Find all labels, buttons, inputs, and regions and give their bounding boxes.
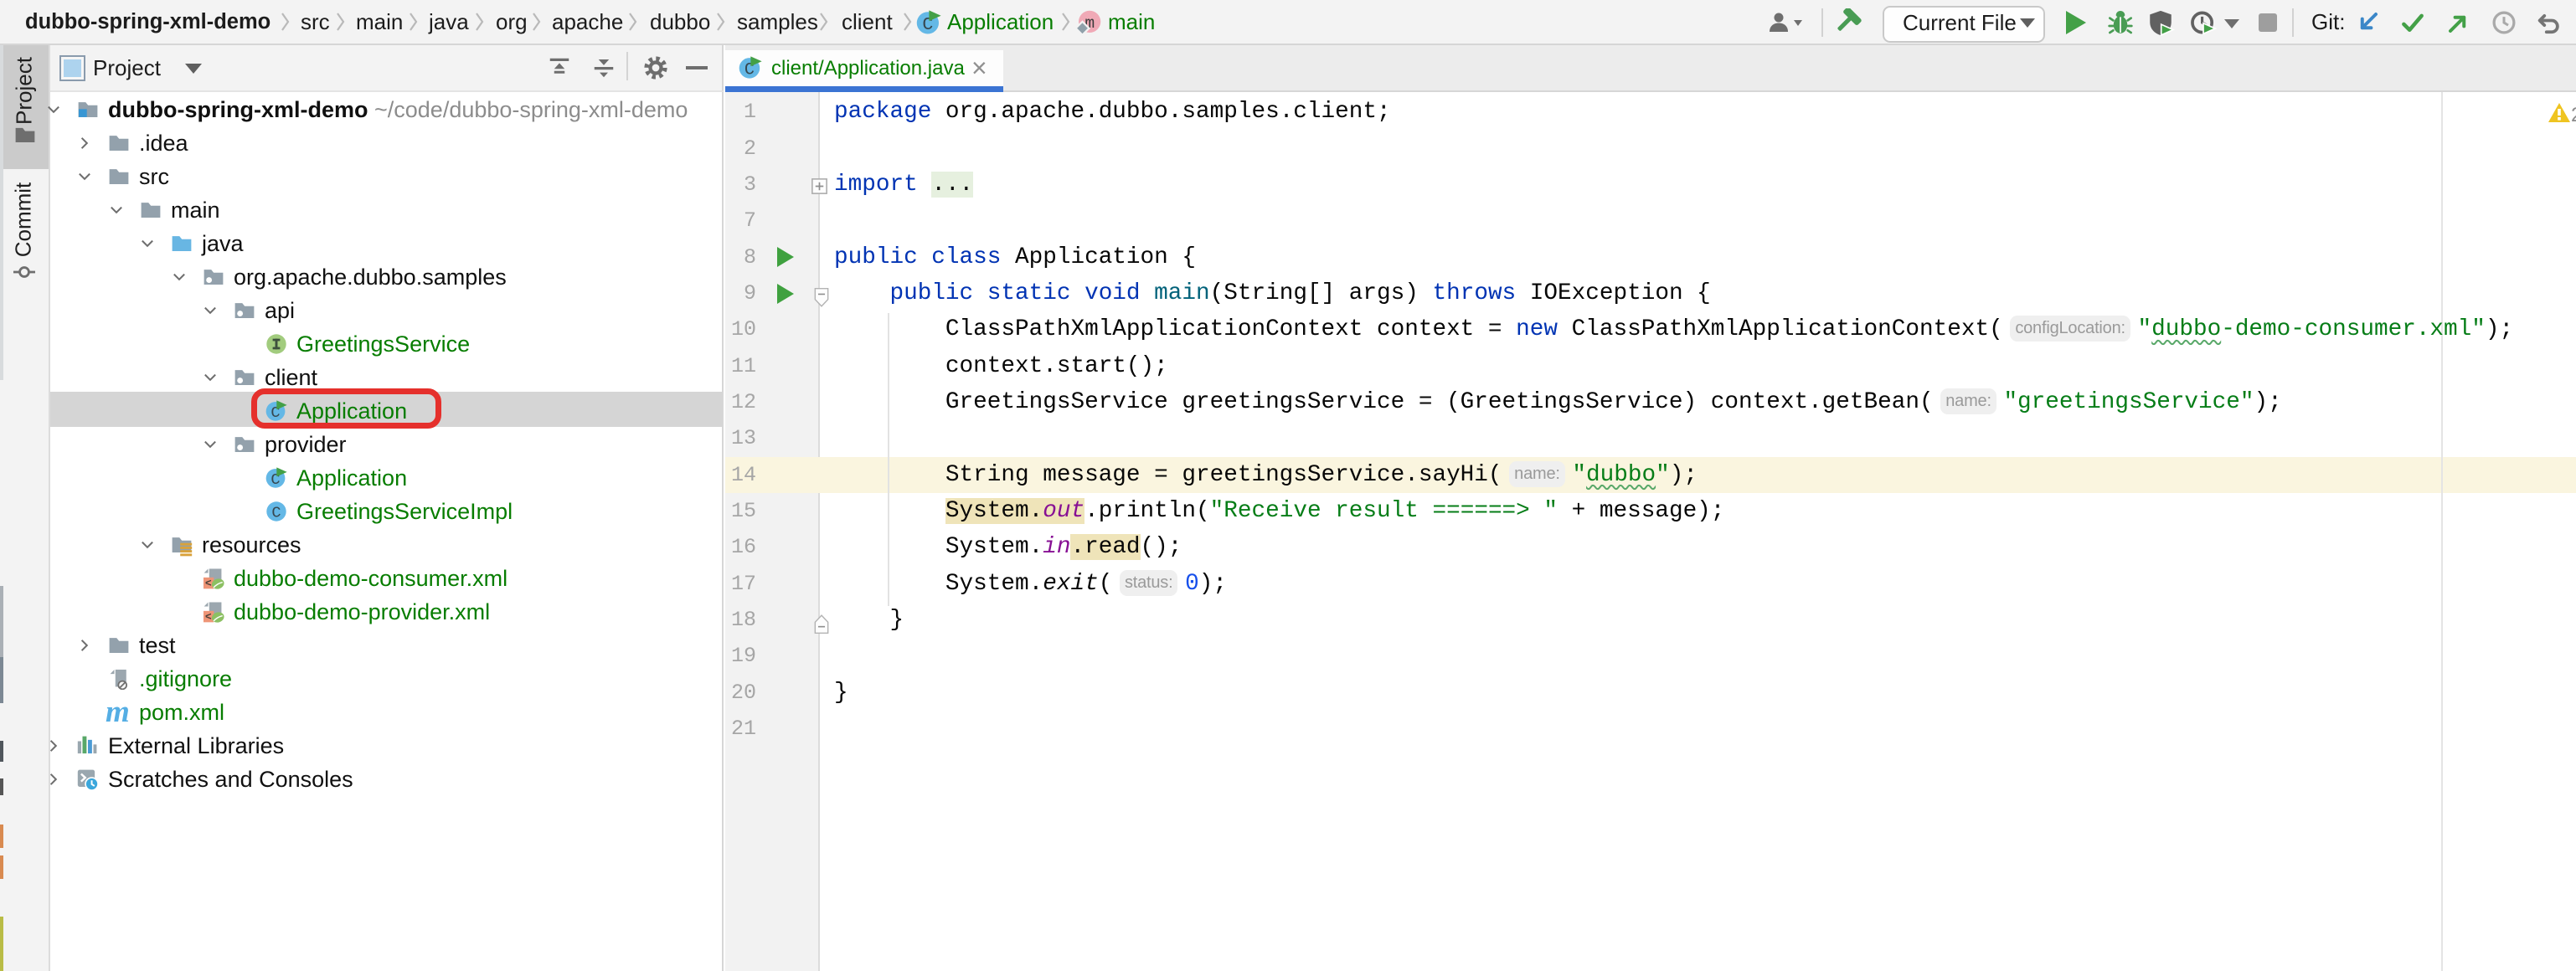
svg-text:C: C [271, 504, 281, 522]
svg-text:<: < [205, 609, 212, 622]
svg-text:<: < [205, 576, 212, 588]
